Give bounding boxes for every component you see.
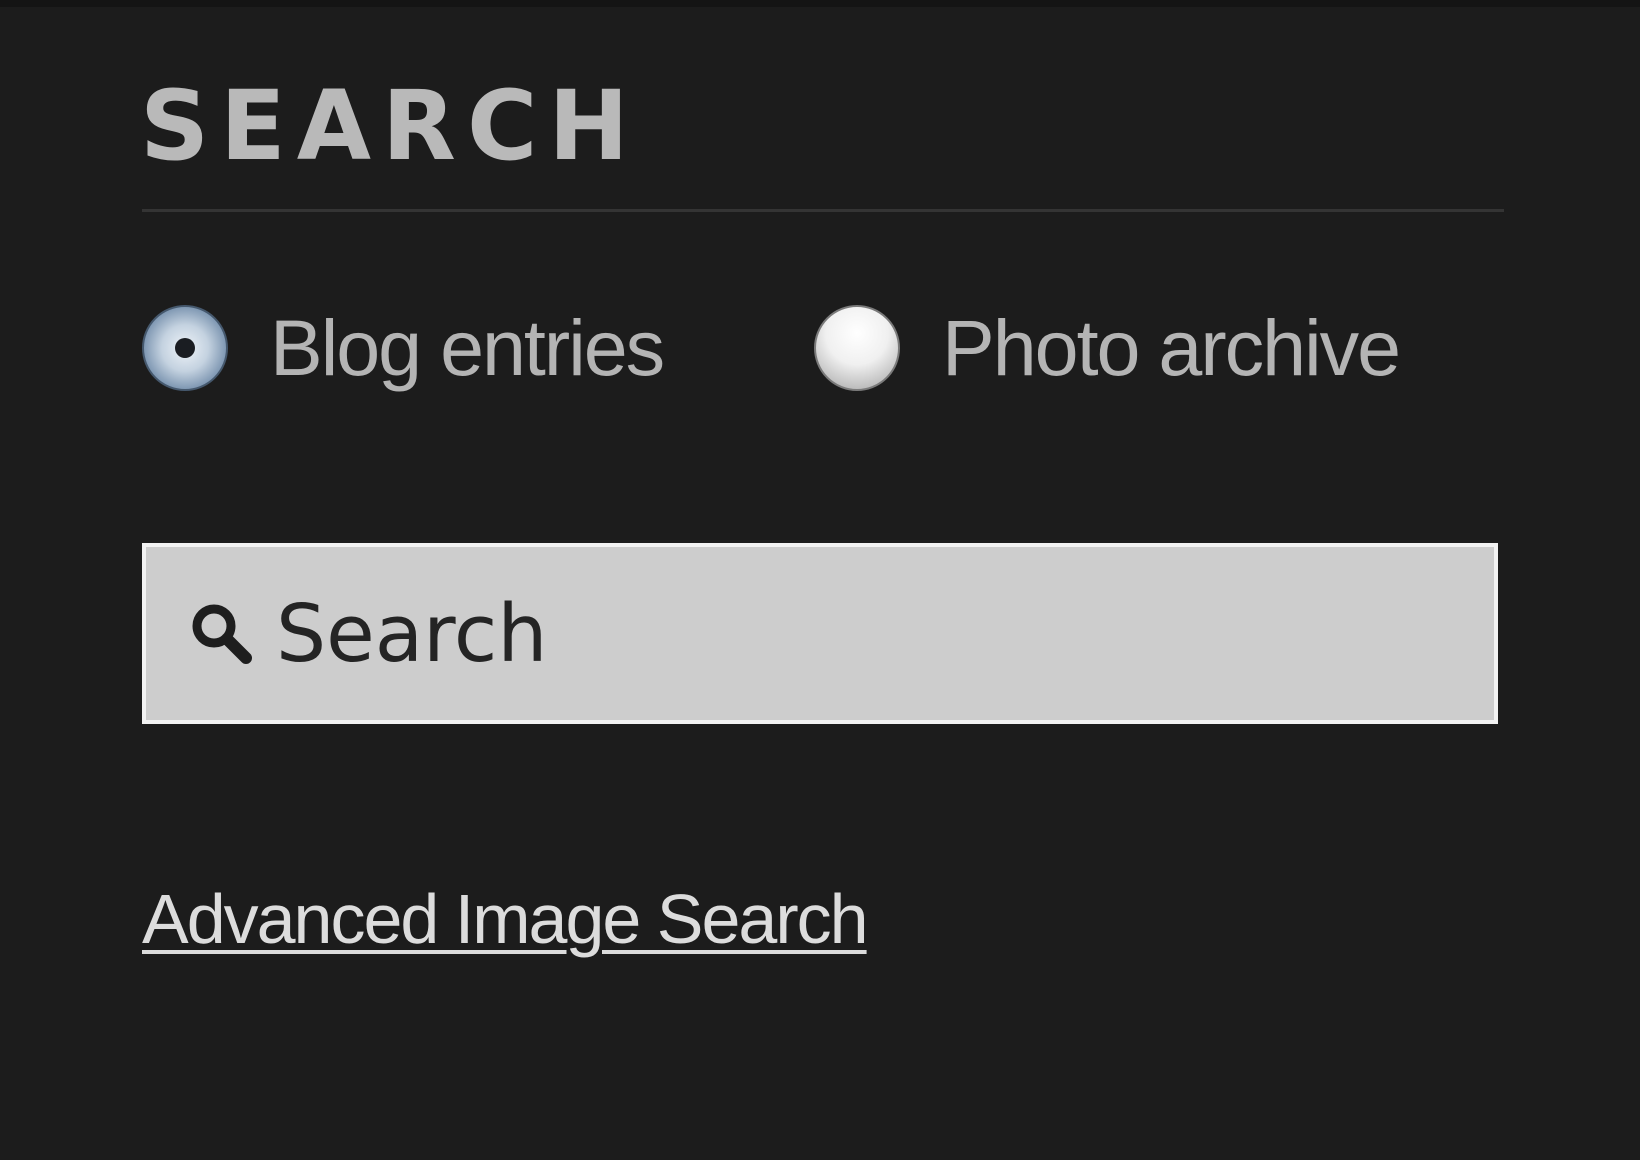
photo-archive-label[interactable]: Photo archive [942, 300, 1401, 396]
blog-entries-radio[interactable] [142, 305, 228, 391]
search-panel: SEARCH Blog entries Photo archive Advanc… [0, 0, 1640, 1160]
radio-selected-dot [175, 338, 195, 358]
photo-archive-radio[interactable] [814, 305, 900, 391]
search-input[interactable] [276, 547, 1466, 720]
advanced-image-search-link[interactable]: Advanced Image Search [142, 878, 869, 960]
magnifier-icon [192, 604, 252, 664]
blog-entries-label[interactable]: Blog entries [270, 300, 665, 396]
heading-divider [142, 209, 1504, 212]
section-heading: SEARCH [140, 70, 640, 182]
search-field[interactable] [142, 543, 1498, 724]
